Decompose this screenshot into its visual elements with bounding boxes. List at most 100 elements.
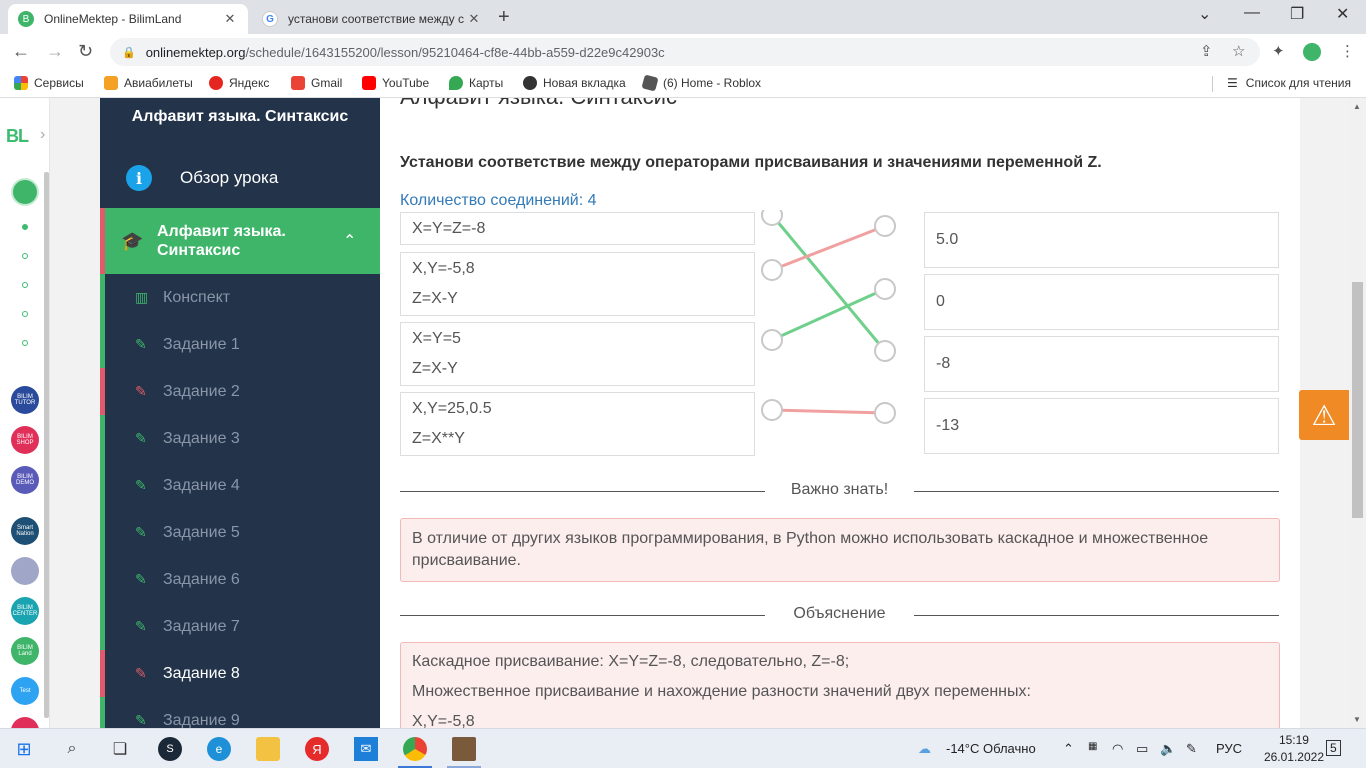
left-connector-dot[interactable]: [761, 259, 783, 281]
right-option-1[interactable]: 5.0: [924, 212, 1279, 268]
sidebar-item-task-1[interactable]: ✎ Задание 1: [100, 321, 380, 368]
weather-cloud-icon[interactable]: ☁: [918, 741, 931, 757]
language-indicator[interactable]: РУС: [1216, 741, 1242, 756]
right-connector-dot[interactable]: [874, 402, 896, 424]
rail-dot[interactable]: [22, 224, 28, 230]
battery-icon[interactable]: ▭: [1136, 741, 1148, 757]
menu-icon[interactable]: ⋮: [1340, 42, 1355, 60]
reading-list-button[interactable]: ☰ Список для чтения: [1227, 76, 1351, 90]
right-connector-dot[interactable]: [874, 278, 896, 300]
share-icon[interactable]: ⇪: [1200, 42, 1213, 60]
right-connector-dot[interactable]: [874, 340, 896, 362]
left-option-3[interactable]: X=Y=5 Z=X-Y: [400, 322, 755, 386]
minimize-icon[interactable]: —: [1244, 4, 1260, 22]
extensions-icon[interactable]: ✦: [1272, 42, 1285, 60]
rail-scrollbar[interactable]: [44, 172, 49, 718]
bookmark-yandex[interactable]: Яндекс: [209, 76, 269, 90]
task-view-icon[interactable]: ❏: [108, 737, 132, 761]
bilim-tutor-icon[interactable]: BILIM TUTOR: [11, 386, 39, 414]
bookmark-youtube[interactable]: YouTube: [362, 76, 429, 90]
active-section-header[interactable]: 🎓 Алфавит языка. Синтаксис ⌃: [100, 208, 380, 274]
lesson-overview-item[interactable]: i Обзор урока: [100, 150, 380, 206]
reload-icon[interactable]: ↻: [78, 41, 93, 62]
close-tab-icon[interactable]: ✕: [222, 11, 238, 27]
sidebar-item-task-8[interactable]: ✎ Задание 8: [100, 650, 380, 697]
rail-dot[interactable]: [22, 282, 28, 288]
page-scrollbar[interactable]: ▲ ▼: [1349, 98, 1366, 728]
bilim-center-icon[interactable]: BILIM CENTER: [11, 597, 39, 625]
new-tab-icon[interactable]: +: [498, 6, 510, 29]
sidebar-item-task-5[interactable]: ✎ Задание 5: [100, 509, 380, 556]
yandex-browser-icon[interactable]: Я: [305, 737, 329, 761]
online-mektep-icon[interactable]: [11, 178, 39, 206]
tab-search-icon[interactable]: ⌄: [1198, 4, 1211, 24]
bookmark-new-tab[interactable]: Новая вкладка: [523, 76, 626, 90]
scrollbar-thumb[interactable]: [1352, 282, 1363, 518]
bookmark-gmail[interactable]: Gmail: [291, 76, 342, 90]
tab-onlinemektep[interactable]: B OnlineMektep - BilimLand ✕: [8, 4, 248, 34]
show-hidden-icons-icon[interactable]: ⌃: [1063, 741, 1074, 757]
sidebar-item-task-4[interactable]: ✎ Задание 4: [100, 462, 380, 509]
forward-icon[interactable]: →: [46, 41, 64, 62]
right-option-3[interactable]: -8: [924, 336, 1279, 392]
left-option-1[interactable]: X=Y=Z=-8: [400, 212, 755, 245]
smart-nation-icon[interactable]: Smart Nation: [11, 517, 39, 545]
sidebar-item-task-9[interactable]: ✎ Задание 9: [100, 697, 380, 728]
bookmark-maps[interactable]: Карты: [449, 76, 503, 90]
sidebar-item-konspekt[interactable]: ▥ Конспект: [100, 274, 380, 321]
right-connector-dot[interactable]: [874, 215, 896, 237]
report-problem-button[interactable]: ⚠: [1299, 390, 1349, 440]
network-icon[interactable]: ◠: [1112, 741, 1123, 757]
sidebar-item-task-2[interactable]: ✎ Задание 2: [100, 368, 380, 415]
bookmark-services[interactable]: Сервисы: [14, 76, 84, 90]
sidebar-item-task-3[interactable]: ✎ Задание 3: [100, 415, 380, 462]
pen-icon[interactable]: ✎: [1186, 741, 1197, 757]
left-option-4[interactable]: X,Y=25,0.5 Z=X**Y: [400, 392, 755, 456]
test-icon[interactable]: Test: [11, 677, 39, 705]
extension-icon[interactable]: [1303, 43, 1321, 61]
minecraft-icon[interactable]: [452, 737, 476, 761]
left-connector-dot[interactable]: [761, 210, 783, 226]
right-option-2[interactable]: 0: [924, 274, 1279, 330]
back-icon[interactable]: ←: [12, 41, 30, 62]
file-explorer-icon[interactable]: [256, 737, 280, 761]
bilim-land-icon[interactable]: BILIM Land: [11, 637, 39, 665]
close-tab-icon[interactable]: ✕: [466, 11, 482, 27]
mail-icon[interactable]: ✉: [354, 737, 378, 761]
weather-text[interactable]: -14°C Облачно: [946, 741, 1036, 756]
clock[interactable]: 15:19 26.01.2022: [1264, 732, 1324, 766]
rail-dot[interactable]: [22, 340, 28, 346]
close-window-icon[interactable]: ✕: [1336, 4, 1349, 24]
chrome-icon[interactable]: [403, 737, 427, 761]
steam-icon[interactable]: S: [158, 737, 182, 761]
keyboard-icon[interactable]: ▦: [1088, 741, 1097, 752]
edge-icon[interactable]: e: [207, 737, 231, 761]
bookmark-roblox[interactable]: (6) Home - Roblox: [641, 74, 761, 92]
bilim-demo-icon[interactable]: BILIM DEMO: [11, 466, 39, 494]
tab-google-search[interactable]: G установи соответствие между с ✕: [252, 4, 492, 34]
volume-icon[interactable]: 🔈: [1160, 741, 1176, 757]
sidebar-item-task-6[interactable]: ✎ Задание 6: [100, 556, 380, 603]
chevron-up-icon[interactable]: ⌃: [343, 231, 356, 251]
left-connector-dot[interactable]: [761, 329, 783, 351]
document-icon[interactable]: [11, 557, 39, 585]
sidebar-item-task-7[interactable]: ✎ Задание 7: [100, 603, 380, 650]
scroll-up-icon[interactable]: ▲: [1353, 102, 1361, 111]
notifications-icon[interactable]: 5: [1326, 740, 1341, 756]
windows-start-icon[interactable]: ⊞: [12, 737, 36, 761]
expand-rail-icon[interactable]: ›: [40, 126, 45, 144]
bookmark-star-icon[interactable]: ☆: [1232, 42, 1245, 60]
address-bar[interactable]: 🔒 onlinemektep.org /schedule/1643155200/…: [110, 38, 1260, 66]
bilimland-logo[interactable]: BL: [6, 126, 29, 147]
rail-dot[interactable]: [22, 253, 28, 259]
left-option-2[interactable]: X,Y=-5,8 Z=X-Y: [400, 252, 755, 316]
scroll-down-icon[interactable]: ▼: [1353, 715, 1361, 724]
left-connector-dot[interactable]: [761, 399, 783, 421]
bookmark-flights[interactable]: Авиабилеты: [104, 76, 193, 90]
bilim-shop-icon[interactable]: BILIM SHOP: [11, 426, 39, 454]
rail-dot[interactable]: [22, 311, 28, 317]
maximize-icon[interactable]: ❐: [1290, 4, 1304, 24]
search-icon[interactable]: ⌕: [60, 737, 84, 761]
right-option-4[interactable]: -13: [924, 398, 1279, 454]
rail-app-icon[interactable]: [11, 717, 39, 728]
